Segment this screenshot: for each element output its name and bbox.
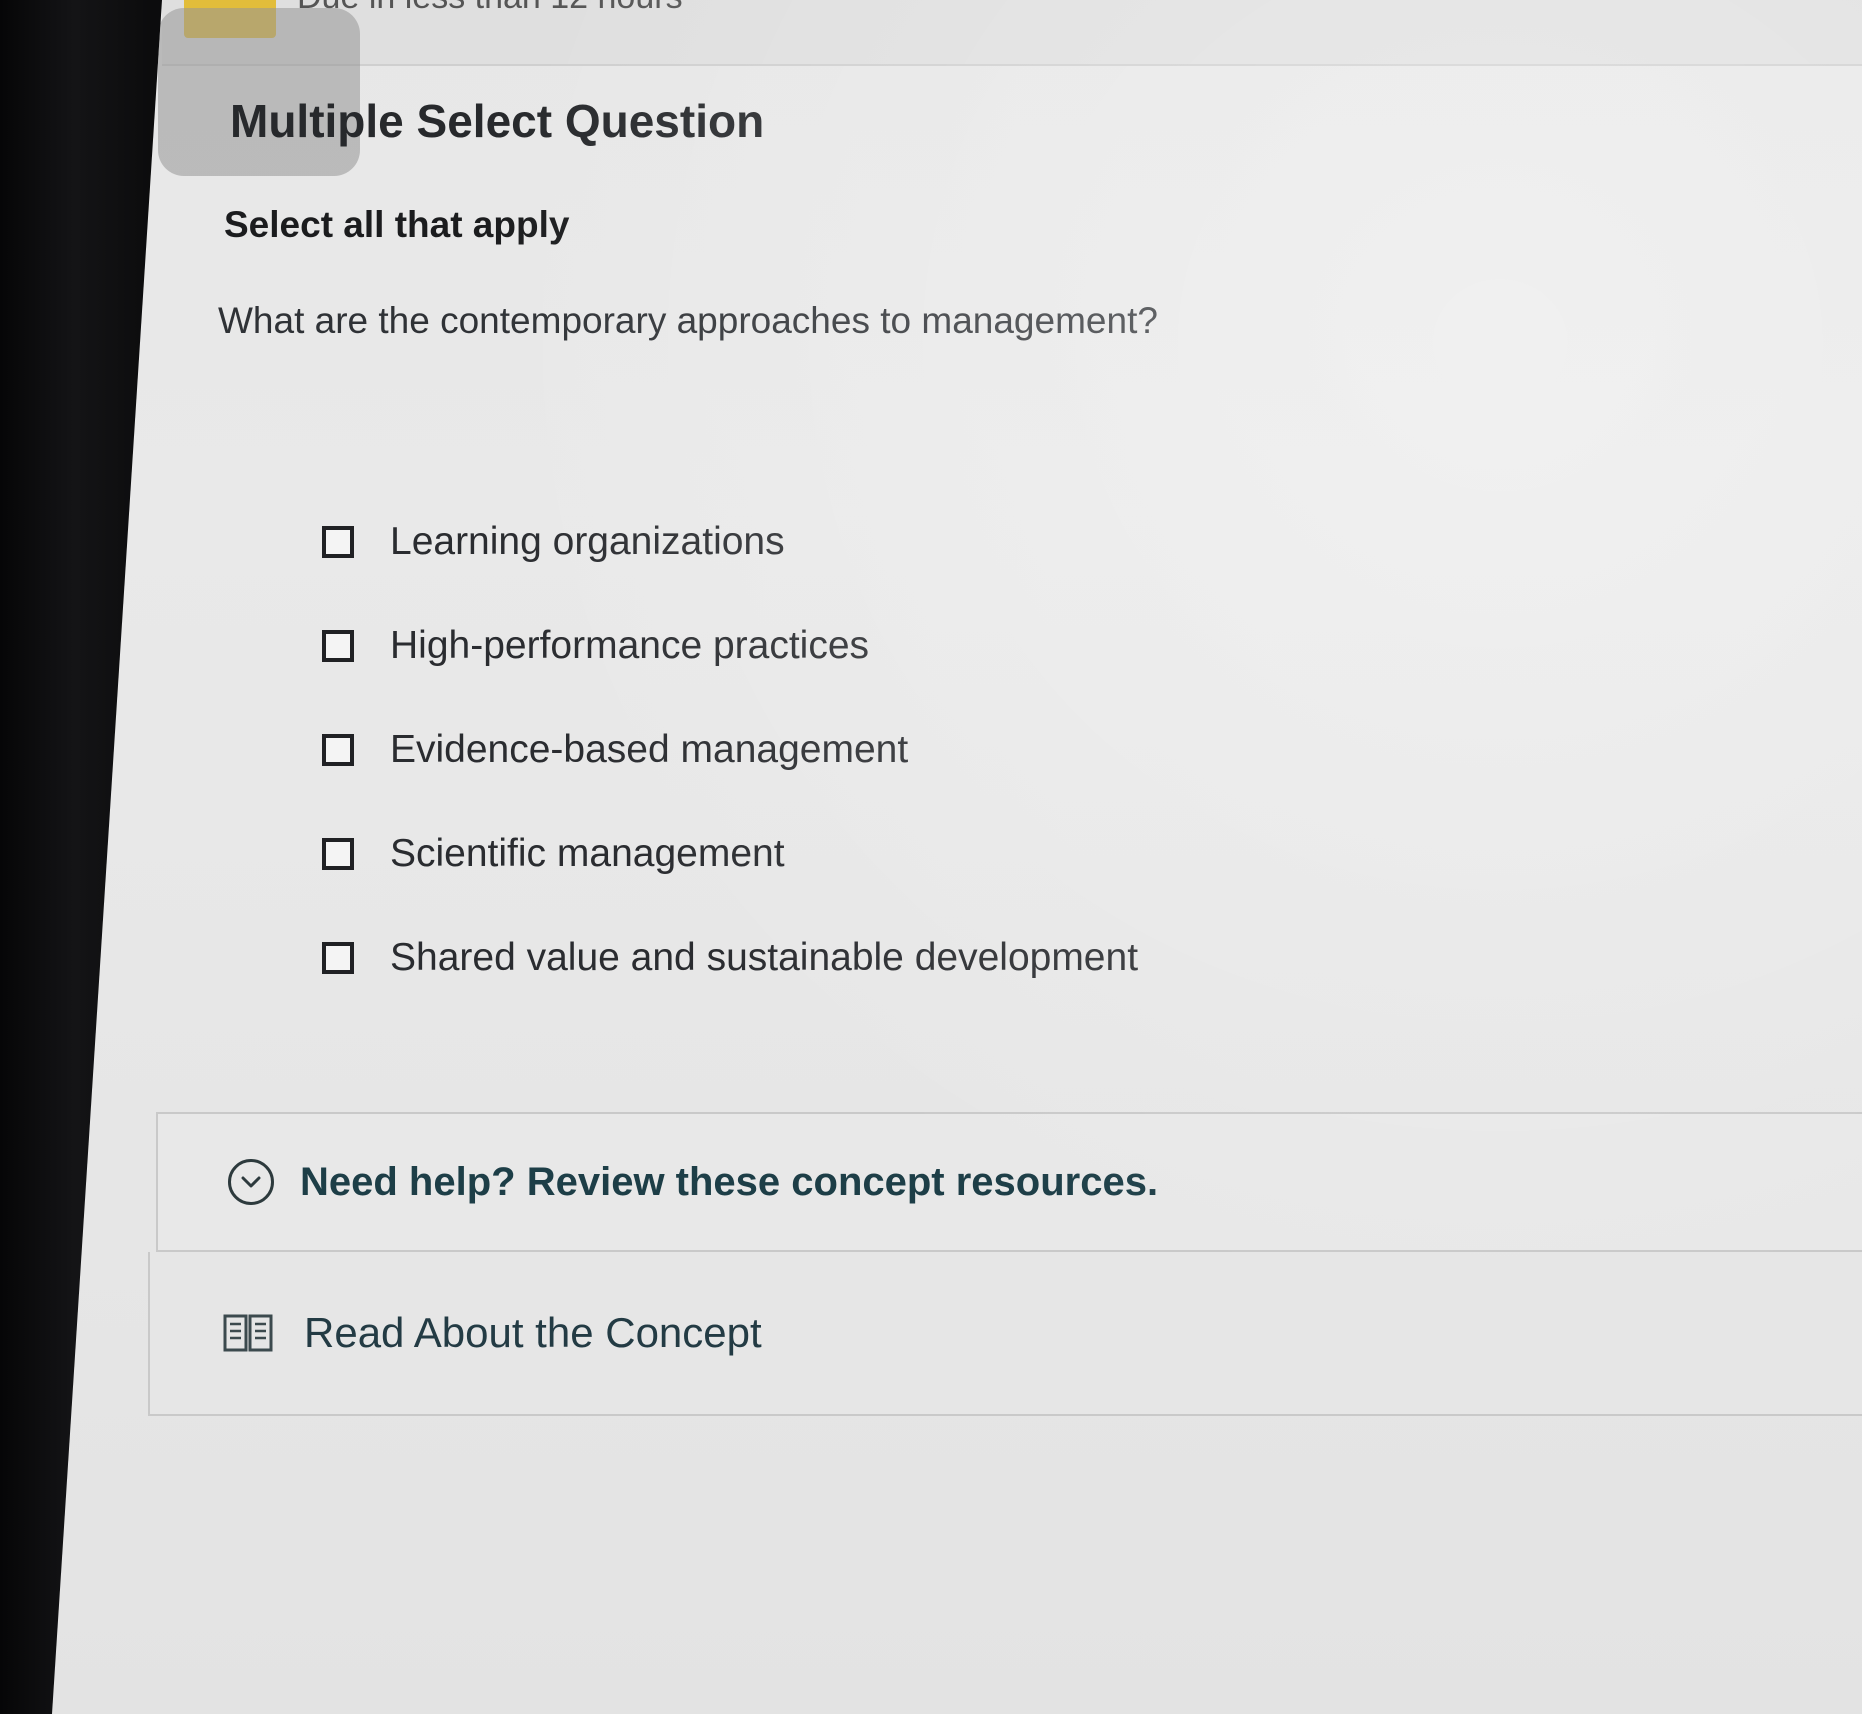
question-prompt: What are the contemporary approaches to … (218, 300, 1158, 341)
question-type-title: Multiple Select Question (230, 95, 765, 147)
option-label: Scientific management (390, 832, 785, 875)
option-shared-value[interactable]: Shared value and sustainable development (322, 906, 1138, 1010)
help-toggle-label[interactable]: Need help? Review these concept resource… (300, 1160, 1158, 1205)
checkbox[interactable] (322, 838, 354, 870)
option-scientific-management[interactable]: Scientific management (322, 802, 1138, 906)
checkbox[interactable] (322, 942, 354, 974)
screen: Due in less than 12 hours Multiple Selec… (52, 0, 1862, 1714)
checkbox[interactable] (322, 526, 354, 558)
book-icon (223, 1314, 273, 1352)
option-label: Shared value and sustainable development (390, 936, 1139, 979)
answer-options: Learning organizations High-performance … (322, 490, 1138, 1010)
option-label: Learning organizations (390, 520, 785, 563)
option-high-performance-practices[interactable]: High-performance practices (322, 594, 1138, 698)
chevron-down-circle-icon[interactable] (228, 1159, 274, 1205)
option-learning-organizations[interactable]: Learning organizations (322, 490, 1138, 594)
read-about-concept-link[interactable]: Read About the Concept (148, 1252, 1862, 1416)
checkbox[interactable] (322, 734, 354, 766)
resource-label[interactable]: Read About the Concept (304, 1309, 762, 1357)
due-text: Due in less than 12 hours (297, 0, 683, 17)
checkbox[interactable] (322, 630, 354, 662)
option-label: Evidence-based management (390, 728, 909, 771)
focus-indicator (158, 8, 360, 176)
option-label: High-performance practices (390, 624, 870, 667)
concept-resources-toggle[interactable]: Need help? Review these concept resource… (156, 1112, 1862, 1252)
option-evidence-based-management[interactable]: Evidence-based management (322, 698, 1138, 802)
question-instruction: Select all that apply (224, 204, 570, 245)
